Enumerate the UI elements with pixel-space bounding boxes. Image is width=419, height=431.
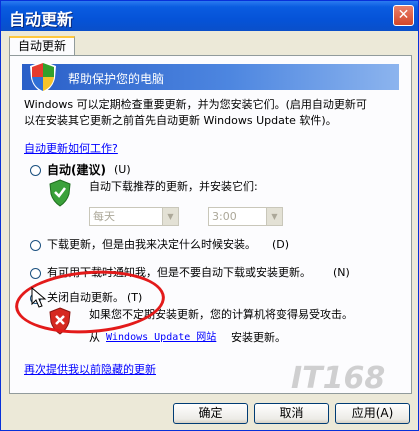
warning-suffix: 安装更新。 (231, 331, 286, 344)
tab-auto-update[interactable]: 自动更新 (9, 36, 75, 56)
banner-text: 帮助保护您的电脑 (68, 72, 165, 86)
windows-update-link[interactable]: Windows Update 网站 (106, 330, 216, 346)
auto-update-window: 自动更新 ✕ 自动更新 帮助保护您的电脑 Windows 可以定期检查重要更新，… (0, 0, 419, 431)
option-automatic-hotkey: (U) (114, 163, 131, 176)
ok-button[interactable]: 确定 (173, 403, 248, 424)
option-notify-hotkey: (N) (333, 266, 350, 279)
info-banner: 帮助保护您的电脑 (22, 61, 399, 93)
option-automatic-label[interactable]: 自动(建议) (47, 162, 106, 178)
site-watermark: IT168 (291, 361, 386, 396)
mouse-cursor-icon (31, 287, 47, 308)
time-select-value: 3:00 (212, 210, 237, 223)
radio-notify[interactable] (30, 268, 41, 279)
radio-automatic[interactable] (30, 165, 41, 176)
chevron-down-icon: ▼ (266, 208, 282, 225)
intro-line-1: Windows 可以定期检查重要更新，并为您安装它们。(启用自动更新可 (24, 98, 367, 111)
day-select[interactable]: 每天 ▼ (89, 207, 179, 226)
close-button[interactable]: ✕ (393, 5, 414, 26)
green-shield-check-icon (49, 179, 71, 207)
title-bar[interactable]: 自动更新 ✕ (1, 1, 418, 31)
how-it-works-link[interactable]: 自动更新如何工作? (24, 141, 118, 157)
option-automatic-description: 自动下载推荐的更新，并安装它们: (89, 180, 258, 193)
time-select[interactable]: 3:00 ▼ (208, 207, 283, 226)
security-shield-icon (30, 61, 56, 93)
reoffer-hidden-updates-link[interactable]: 再次提供我以前隐藏的更新 (24, 362, 156, 378)
option-download-label[interactable]: 下载更新，但是由我来决定什么时候安装。 (47, 237, 256, 253)
radio-download[interactable] (30, 240, 41, 251)
day-select-value: 每天 (93, 210, 115, 223)
option-download-hotkey: (D) (272, 238, 290, 251)
window-title: 自动更新 (9, 10, 74, 29)
chevron-down-icon: ▼ (162, 208, 178, 225)
intro-line-2: 以在安装其它更新之前首先自动更新 Windows Update 软件)。 (24, 114, 337, 127)
tab-panel: 帮助保护您的电脑 Windows 可以定期检查重要更新，并为您安装它们。(启用自… (9, 55, 412, 394)
